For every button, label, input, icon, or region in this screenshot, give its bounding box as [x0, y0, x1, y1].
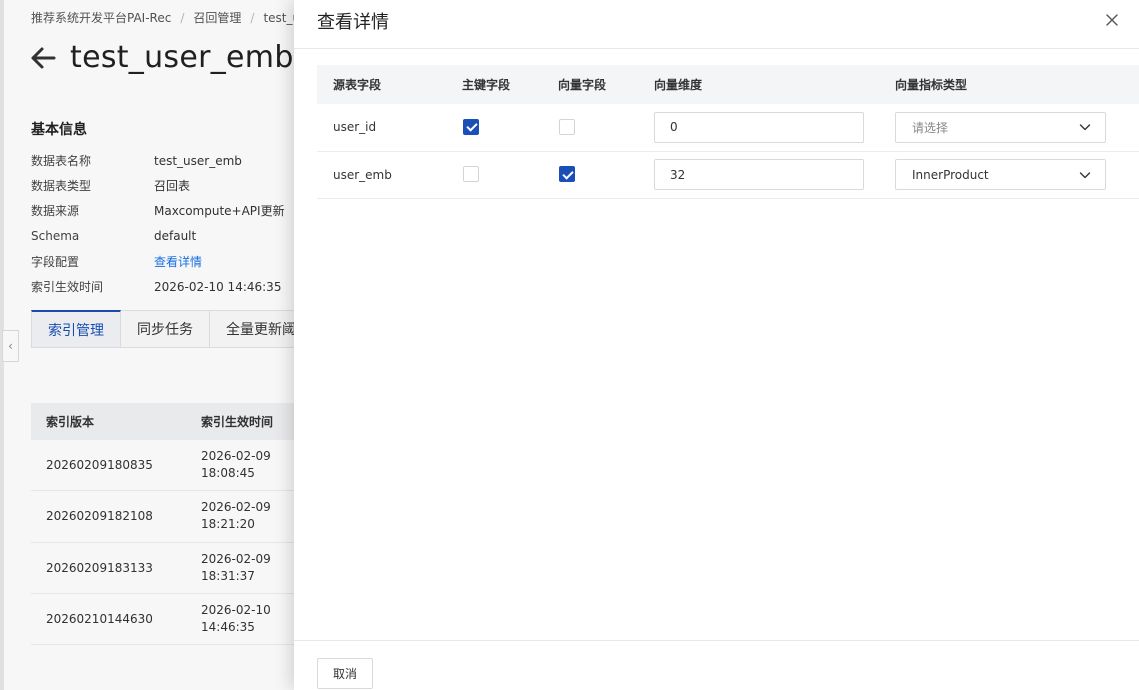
metric-type-placeholder: 请选择 — [912, 120, 949, 135]
dimension-cell — [654, 111, 895, 143]
column-header-primary-key: 主键字段 — [462, 78, 511, 92]
metric-cell: InnerProduct — [895, 159, 1139, 191]
dimension-cell — [654, 159, 895, 191]
drawer-header: 查看详情 — [294, 0, 1139, 49]
source-field: user_id — [333, 120, 377, 135]
source-field: user_emb — [333, 167, 392, 182]
table-row: user_emb InnerProduct — [317, 152, 1139, 199]
metric-cell: 请选择 — [895, 111, 1139, 143]
chevron-down-icon — [1079, 172, 1091, 178]
cancel-button[interactable]: 取消 — [317, 658, 373, 689]
vector-field-cell — [558, 164, 654, 185]
primary-key-checkbox[interactable] — [463, 118, 479, 135]
details-drawer: 查看详情 源表字段 主键字段 向量字段 向量维度 向量指标类型 user_id — [294, 0, 1139, 690]
drawer-mask[interactable] — [0, 0, 294, 690]
table-header: 源表字段 主键字段 向量字段 向量维度 向量指标类型 — [317, 65, 1139, 104]
column-header-vector-field: 向量字段 — [558, 78, 607, 92]
vector-field-checkbox[interactable] — [559, 166, 575, 183]
drawer-title: 查看详情 — [317, 12, 389, 33]
table-row: user_id 请选择 — [317, 104, 1139, 152]
column-header-metric-type: 向量指标类型 — [895, 78, 968, 92]
primary-key-checkbox[interactable] — [463, 166, 479, 183]
primary-key-cell — [462, 164, 558, 185]
vector-field-checkbox[interactable] — [559, 118, 575, 135]
drawer-footer: 取消 — [294, 640, 1139, 690]
column-header-vector-dimension: 向量维度 — [654, 78, 703, 92]
chevron-down-icon — [1079, 124, 1091, 131]
metric-type-value: InnerProduct — [912, 167, 989, 182]
vector-dimension-input[interactable] — [654, 111, 864, 143]
primary-key-cell — [462, 117, 558, 138]
metric-type-select[interactable]: InnerProduct — [895, 159, 1106, 191]
metric-type-select[interactable]: 请选择 — [895, 111, 1106, 143]
column-header-source-field: 源表字段 — [333, 78, 382, 92]
close-icon[interactable] — [1103, 11, 1121, 29]
vector-field-cell — [558, 117, 654, 138]
field-config-table: 源表字段 主键字段 向量字段 向量维度 向量指标类型 user_id 请选择 — [317, 65, 1139, 199]
vector-dimension-input[interactable] — [654, 159, 864, 191]
